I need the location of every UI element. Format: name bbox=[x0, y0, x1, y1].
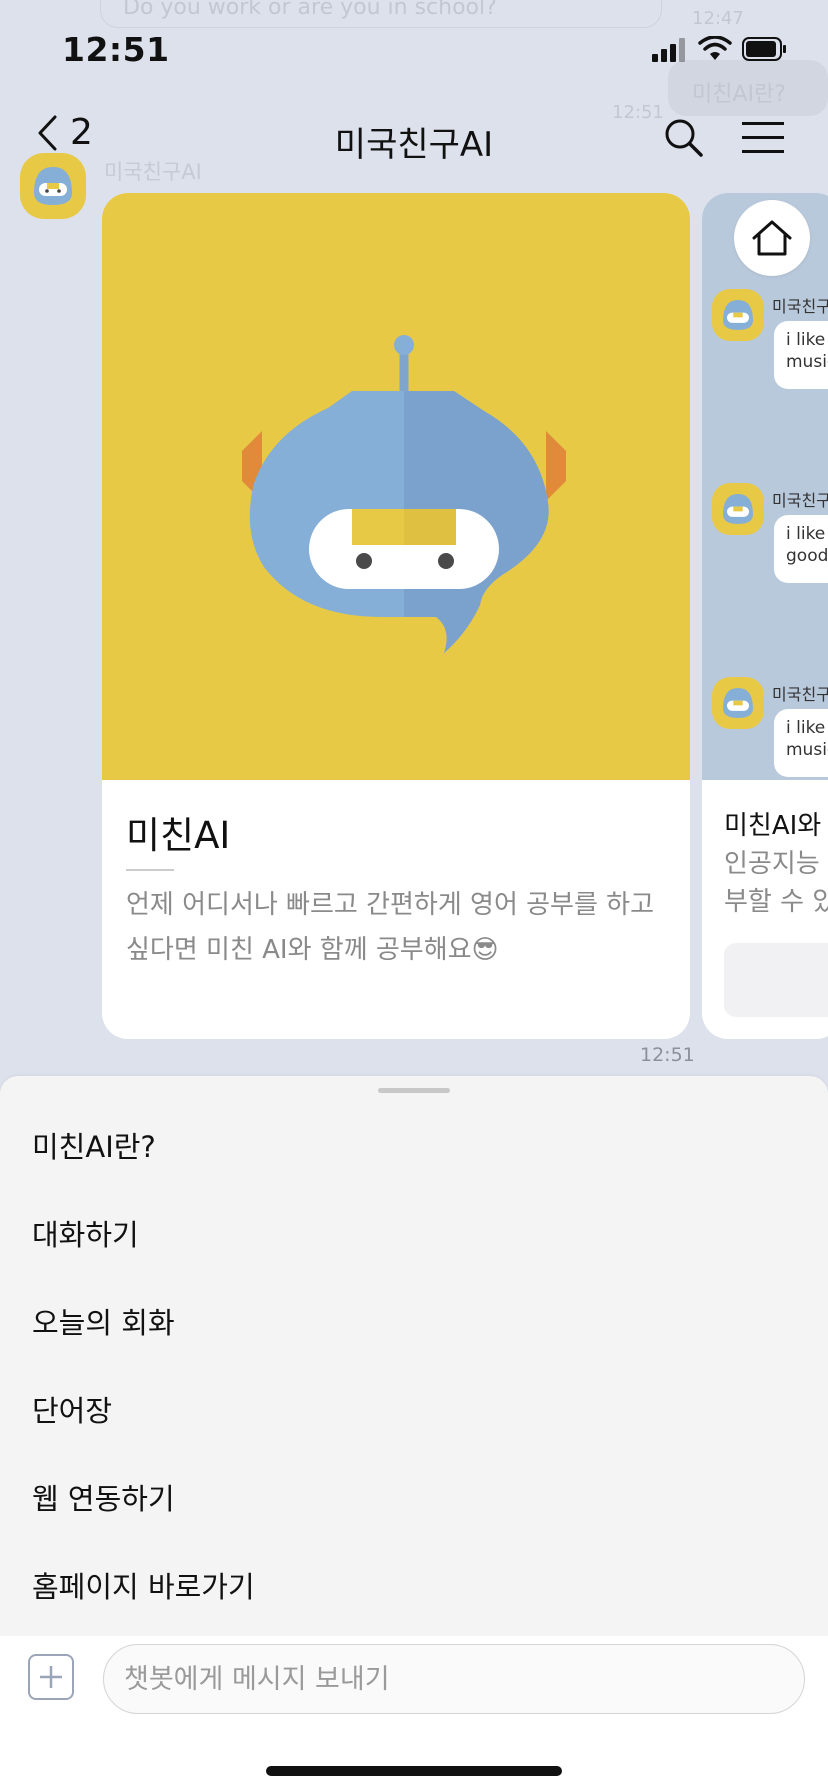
faded-message-bubble: Do you work or are you in school? bbox=[100, 0, 662, 28]
menu-item-vocabulary[interactable]: 단어장 bbox=[32, 1388, 112, 1430]
card-title: 미친AI와 대 bbox=[724, 811, 828, 841]
plus-icon bbox=[40, 1666, 62, 1688]
preview-sender: 미국친구AI bbox=[772, 297, 828, 316]
card-title: 미친AI bbox=[126, 814, 231, 857]
signal-icon bbox=[652, 38, 688, 66]
menu-icon[interactable] bbox=[742, 121, 786, 159]
card-divider bbox=[126, 869, 174, 871]
menu-item-web-link[interactable]: 웹 연동하기 bbox=[32, 1476, 175, 1518]
battery-icon bbox=[742, 37, 788, 65]
plus-button[interactable] bbox=[28, 1654, 74, 1700]
preview-sender: 미국친구AI bbox=[772, 685, 828, 704]
message-input[interactable] bbox=[103, 1644, 805, 1714]
menu-item-today-conversation[interactable]: 오늘의 회화 bbox=[32, 1300, 175, 1342]
bot-avatar-mini bbox=[712, 289, 764, 341]
menu-item-chat[interactable]: 대화하기 bbox=[32, 1212, 139, 1254]
home-icon bbox=[752, 220, 792, 256]
faded-reply-text: 미친AI란? bbox=[692, 82, 786, 107]
card-description-line: 부할 수 있 bbox=[724, 887, 828, 917]
bot-avatar[interactable] bbox=[20, 153, 86, 219]
carousel-card-next[interactable]: 미국친구AI i like a music 미국친구AI i like t go… bbox=[702, 193, 828, 1039]
search-icon[interactable] bbox=[664, 118, 704, 162]
quick-menu-sheet: 미친AI란? 대화하기 오늘의 회화 단어장 웹 연동하기 홈페이지 바로가기 bbox=[0, 1076, 828, 1636]
home-button[interactable] bbox=[734, 200, 810, 276]
card-description: 언제 어디서나 빠르고 간편하게 영어 공부를 하고 싶다면 미친 AI와 함께… bbox=[126, 890, 654, 965]
card-action-button[interactable] bbox=[724, 943, 828, 1017]
status-time: 12:51 bbox=[62, 30, 170, 69]
sheet-handle[interactable] bbox=[378, 1088, 450, 1093]
wifi-icon bbox=[698, 35, 732, 66]
preview-bubble: i like a music bbox=[774, 321, 828, 389]
menu-item-homepage[interactable]: 홈페이지 바로가기 bbox=[32, 1564, 255, 1606]
preview-bubble: i like t good bbox=[774, 515, 828, 583]
carousel-card[interactable]: 미친AI 언제 어디서나 빠르고 간편하게 영어 공부를 하고 싶다면 미친 A… bbox=[102, 193, 690, 1039]
bot-avatar-mini bbox=[712, 677, 764, 729]
card-description: 인공지능 채 부할 수 있 bbox=[724, 845, 828, 921]
preview-bubble: i like t music bbox=[774, 709, 828, 777]
message-time: 12:51 bbox=[640, 1044, 695, 1066]
chat-preview-image: 미국친구AI i like a music 미국친구AI i like t go… bbox=[702, 193, 828, 780]
faded-reply-bubble: 미친AI란? bbox=[668, 60, 828, 116]
menu-item-about[interactable]: 미친AI란? bbox=[32, 1124, 156, 1166]
sender-name: 미국친구AI bbox=[104, 160, 202, 184]
bot-avatar-mini bbox=[712, 483, 764, 535]
card-description-line: 인공지능 채 bbox=[724, 849, 828, 879]
preview-sender: 미국친구AI bbox=[772, 491, 828, 510]
faded-time: 12:47 bbox=[692, 8, 744, 29]
faded-message-text: Do you work or are you in school? bbox=[123, 0, 497, 20]
home-indicator bbox=[266, 1766, 562, 1776]
robot-mascot-image bbox=[102, 193, 690, 780]
